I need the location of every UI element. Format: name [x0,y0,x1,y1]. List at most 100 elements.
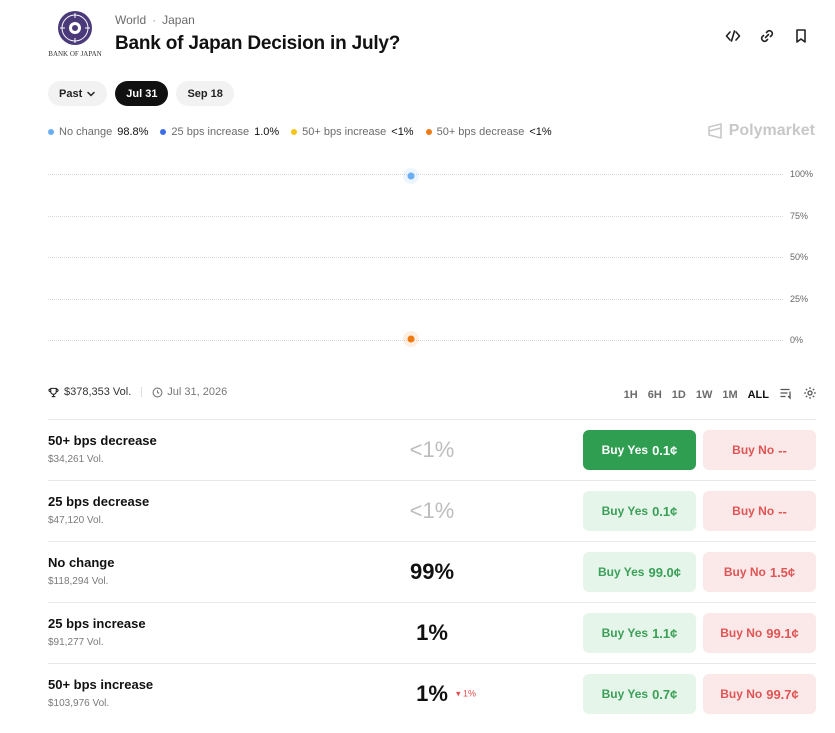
range-1w[interactable]: 1W [696,389,713,401]
probability-change-badge: ▾ 1% [456,688,477,699]
buy-yes-label: Buy Yes [597,565,645,579]
legend-swatch [160,129,167,135]
gridline [48,298,783,300]
outcome-list: 50+ bps decrease $34,261 Vol. <1% Buy Ye… [48,419,816,724]
link-icon[interactable] [757,26,777,46]
trophy-icon [48,387,59,397]
range-6h[interactable]: 6H [648,389,662,401]
sort-icon[interactable] [779,386,793,403]
y-tick-label: 0% [790,335,804,345]
bank-of-japan-logo: BANK OF JAPAN [48,8,102,60]
range-1m[interactable]: 1M [722,389,737,401]
market-meta: $378,353 Vol. Jul 31, 2026 [48,386,227,398]
buy-yes-button[interactable]: Buy Yes 0.7¢ [583,674,696,714]
chevron-down-icon [87,91,95,97]
breadcrumb-separator: · [152,13,157,27]
outcome-row[interactable]: No change $118,294 Vol. 99% Buy Yes 99.0… [48,541,816,602]
buy-no-button[interactable]: Buy No -- [703,430,816,470]
outcome-name: No change [48,555,115,570]
pill-jul-31-label: Jul 31 [126,87,158,100]
buy-no-button[interactable]: Buy No -- [703,491,816,531]
y-tick-label: 100% [790,169,814,179]
buy-no-button[interactable]: Buy No 99.7¢ [703,674,816,714]
breadcrumb: World · Japan [115,13,195,27]
buy-yes-button[interactable]: Buy Yes 0.1¢ [583,491,696,531]
buy-no-price: 99.7¢ [766,686,799,702]
outcome-row[interactable]: 50+ bps decrease $34,261 Vol. <1% Buy Ye… [48,419,816,480]
range-1d[interactable]: 1D [672,389,686,401]
gridline [48,215,783,217]
buy-yes-price: 1.1¢ [652,625,678,641]
pill-past[interactable]: Past [48,81,108,106]
buy-no-button[interactable]: Buy No 99.1¢ [703,613,816,653]
buy-no-price: 99.1¢ [766,625,799,641]
buy-no-price: -- [778,442,787,458]
outcome-volume: $47,120 Vol. [48,515,104,526]
y-tick-label: 50% [790,252,809,262]
bookmark-icon[interactable] [791,26,811,46]
end-date: Jul 31, 2026 [152,386,227,398]
outcome-row[interactable]: 50+ bps increase $103,976 Vol. 1% ▾ 1% B… [48,663,816,724]
y-tick-label: 25% [790,293,809,304]
breadcrumb-world[interactable]: World [115,13,146,27]
buy-no-price: 1.5¢ [769,564,796,580]
legend-label: 50+ bps increase [302,126,387,138]
buy-yes-price: 0.7¢ [652,686,678,702]
buy-yes-label: Buy Yes [601,626,649,640]
breadcrumb-japan[interactable]: Japan [162,13,195,27]
outcome-volume: $34,261 Vol. [48,454,104,465]
buy-yes-price: 0.1¢ [652,503,678,519]
outcome-name: 25 bps decrease [48,494,150,509]
legend-label: No change [59,126,113,138]
outcome-volume: $91,277 Vol. [48,637,104,648]
y-tick-label: 75% [790,210,809,221]
buy-yes-button[interactable]: Buy Yes 0.1¢ [583,430,696,470]
outcome-probability: 99% [409,559,455,584]
gear-icon[interactable] [803,386,817,403]
buy-yes-button[interactable]: Buy Yes 1.1¢ [583,613,696,653]
divider [141,387,143,397]
outcome-row[interactable]: 25 bps increase $91,277 Vol. 1% Buy Yes … [48,602,816,663]
data-point [407,335,415,343]
pill-past-label: Past [59,87,83,100]
date-pills: Past Jul 31 Sep 18 [48,81,234,106]
buy-yes-price: 99.0¢ [648,564,682,580]
outcome-probability: <1% [409,437,455,462]
legend-item: 50+ bps increase <1% [291,126,414,138]
buy-yes-label: Buy Yes [601,687,649,701]
outcome-row[interactable]: 25 bps decrease $47,120 Vol. <1% Buy Yes… [48,480,816,541]
buy-no-button[interactable]: Buy No 1.5¢ [703,552,816,592]
outcome-name: 50+ bps increase [48,677,154,692]
legend-swatch [425,129,432,135]
data-point [407,172,415,180]
brand-name: Polymarket [728,122,815,139]
buy-yes-price: 0.1¢ [652,442,678,458]
legend-value: <1% [391,126,414,138]
gridline [48,257,783,258]
buy-yes-label: Buy Yes [601,504,649,518]
outcome-probability: <1% [409,498,455,523]
legend-swatch [291,129,298,135]
pill-sep-18-label: Sep 18 [187,87,223,100]
pill-sep-18[interactable]: Sep 18 [176,81,234,106]
range-1h[interactable]: 1H [624,389,638,401]
polymarket-logo-icon [707,123,722,139]
buy-no-label: Buy No [720,687,763,701]
probability-chart[interactable]: 100% 75% 50% 25% 0% [48,160,818,360]
page-title: Bank of Japan Decision in July? [115,33,401,54]
legend-swatch [48,129,54,135]
range-all[interactable]: ALL [748,389,769,401]
buy-yes-button[interactable]: Buy Yes 99.0¢ [583,552,696,592]
outcome-probability: 1% [416,681,448,706]
polymarket-brand: Polymarket [707,122,815,140]
logo-caption: BANK OF JAPAN [48,50,102,58]
outcome-volume: $118,294 Vol. [48,576,109,587]
pill-jul-31[interactable]: Jul 31 [115,81,169,106]
buy-no-label: Buy No [732,504,775,518]
legend-item: 50+ bps decrease <1% [425,126,552,138]
buy-no-label: Buy No [732,443,775,457]
legend-value: <1% [529,126,552,138]
code-icon[interactable] [723,26,743,46]
chart-legend: No change 98.8% 25 bps increase 1.0% 50+… [48,126,552,138]
clock-icon [152,387,163,397]
